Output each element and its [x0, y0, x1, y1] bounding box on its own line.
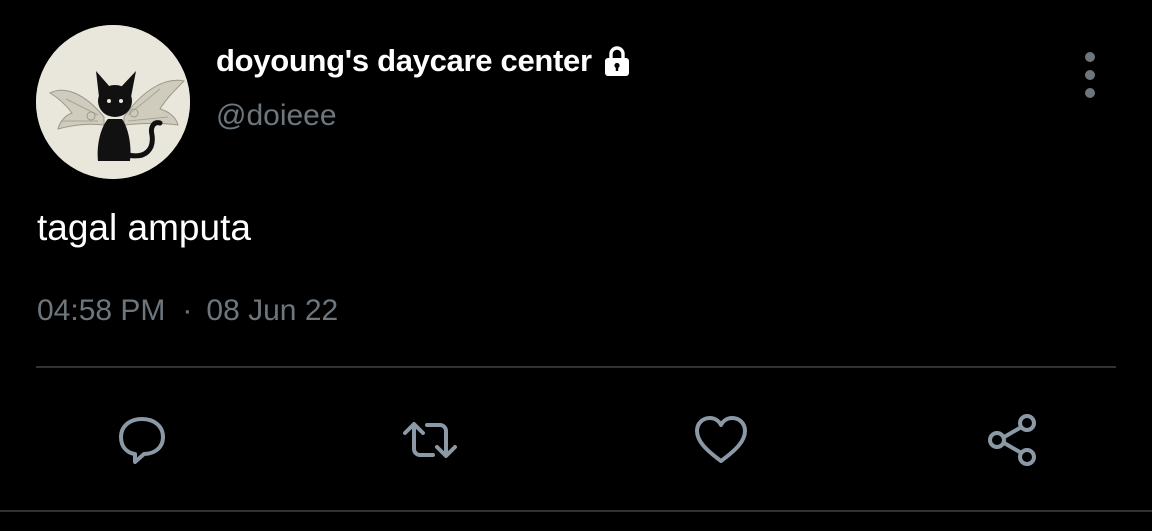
- retweet-icon: [403, 422, 457, 458]
- more-options-icon: [1085, 52, 1095, 62]
- lock-icon: [604, 46, 629, 76]
- meta-separator: ·: [182, 294, 193, 327]
- tweet-text: tagal amputa: [37, 207, 251, 248]
- tweet-date: 08 Jun 22: [206, 294, 339, 327]
- tweet-time: 04:58 PM: [37, 294, 166, 327]
- comment-icon: [119, 417, 165, 464]
- heart-icon: [695, 416, 747, 463]
- user-handle[interactable]: @doieee: [216, 99, 337, 133]
- avatar[interactable]: [36, 25, 190, 179]
- like-button[interactable]: [689, 410, 753, 470]
- tweet-timestamp: 04:58 PM · 08 Jun 22: [37, 294, 338, 328]
- divider: [36, 366, 1116, 368]
- black-cat-angel-image: [36, 25, 190, 179]
- bottom-divider: [0, 510, 1152, 512]
- more-options-icon-dot: [1085, 88, 1095, 98]
- author-name-row: doyoung's daycare center: [216, 40, 634, 82]
- share-button[interactable]: [980, 410, 1044, 470]
- share-icon: [988, 414, 1036, 466]
- display-name[interactable]: doyoung's daycare center: [216, 43, 592, 79]
- reply-button[interactable]: [110, 410, 174, 470]
- retweet-button[interactable]: [398, 410, 462, 470]
- more-options-button[interactable]: [1072, 52, 1108, 98]
- more-options-icon-dot: [1085, 70, 1095, 80]
